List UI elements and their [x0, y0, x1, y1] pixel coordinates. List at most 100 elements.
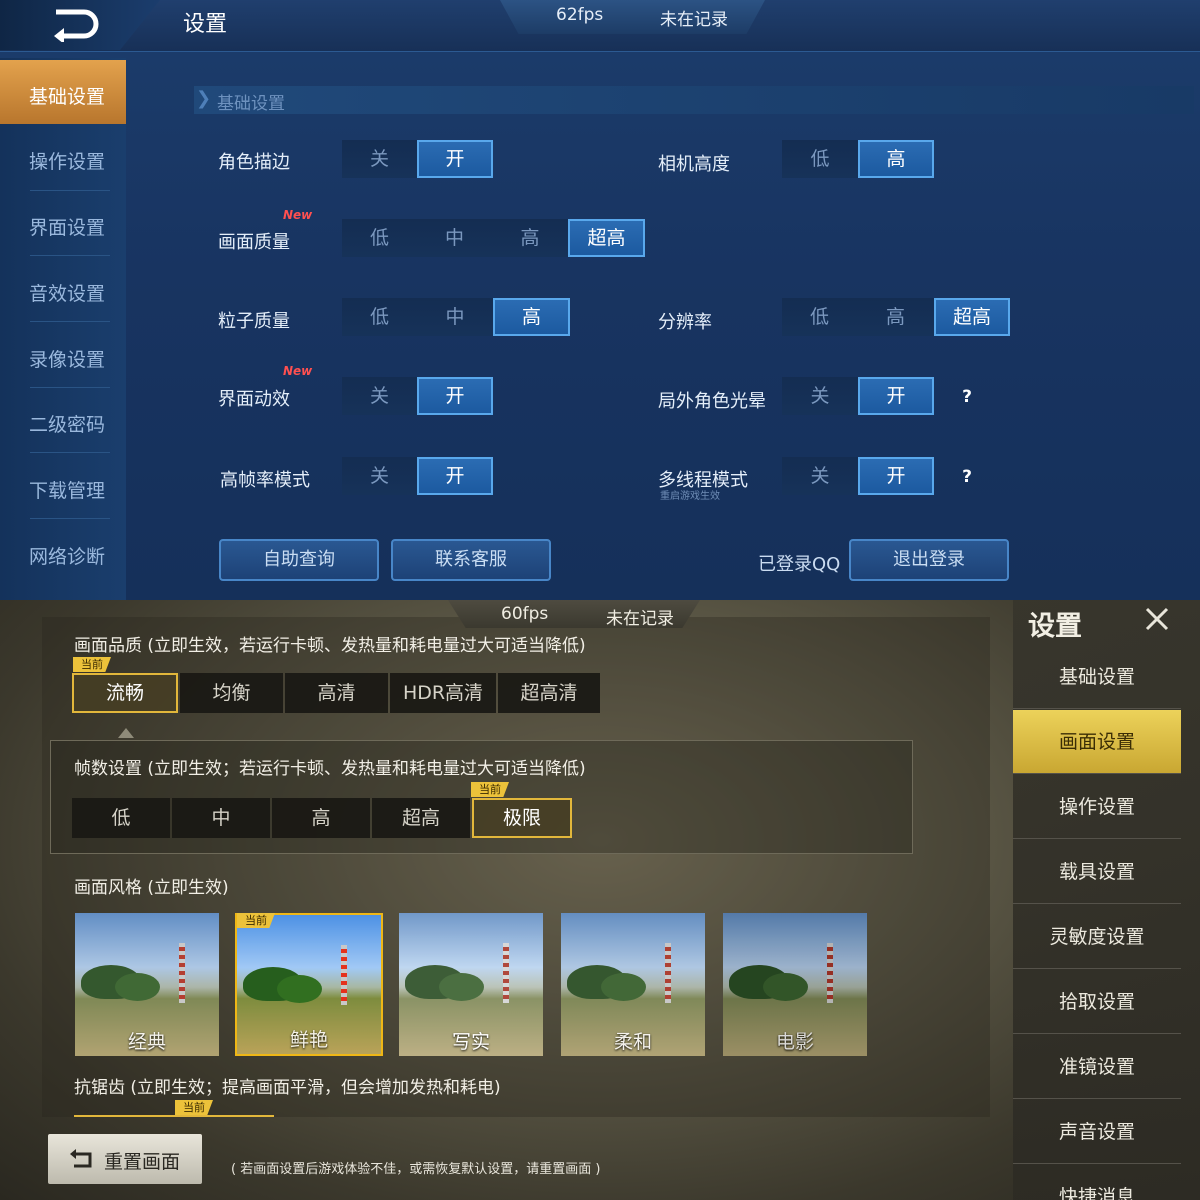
- option-off[interactable]: 关: [342, 457, 417, 495]
- quality-label: 画面质量: [218, 232, 290, 253]
- current-badge: 当前: [471, 782, 509, 797]
- pointer-caret: [118, 728, 134, 738]
- option-on[interactable]: 开: [417, 457, 493, 495]
- sidebar-item-interface[interactable]: 界面设置: [0, 191, 126, 255]
- sidebar-item-controls[interactable]: 操作设置: [0, 125, 126, 189]
- option-on[interactable]: 开: [417, 377, 493, 415]
- option-high[interactable]: 高: [858, 140, 934, 178]
- close-icon: [1145, 607, 1169, 631]
- option-off[interactable]: 关: [342, 377, 417, 415]
- style-thumb-soft[interactable]: 柔和: [561, 913, 705, 1056]
- resolution-selector: 低 高 超高: [782, 298, 1010, 336]
- option-on[interactable]: 开: [417, 140, 493, 178]
- restart-hint: 重启游戏生效: [660, 491, 720, 502]
- logout-button[interactable]: 退出登录: [849, 539, 1009, 581]
- menu-item-basic[interactable]: 基础设置: [1013, 645, 1181, 709]
- option-smooth[interactable]: 流畅: [72, 673, 178, 713]
- menu-item-scope[interactable]: 准镜设置: [1013, 1035, 1181, 1099]
- option-off[interactable]: 关: [782, 457, 858, 495]
- particle-label: 粒子质量: [218, 311, 290, 332]
- option-high[interactable]: 高: [857, 298, 934, 336]
- option-hd[interactable]: 高清: [285, 673, 388, 713]
- tower-shape: [179, 943, 185, 1003]
- reset-graphics-button[interactable]: 重置画面: [48, 1134, 202, 1184]
- option-ultra-hd[interactable]: 超高清: [498, 673, 600, 713]
- menu-item-vehicle[interactable]: 载具设置: [1013, 840, 1181, 904]
- option-high[interactable]: 高: [272, 798, 370, 838]
- style-thumb-classic[interactable]: 经典: [75, 913, 219, 1056]
- option-low[interactable]: 低: [72, 798, 170, 838]
- current-badge: 当前: [175, 1100, 213, 1115]
- style-label: 电影: [775, 1031, 814, 1053]
- style-thumb-cinematic[interactable]: 电影: [723, 913, 867, 1056]
- sidebar-item-downloads[interactable]: 下载管理: [0, 454, 126, 518]
- page-title: 设置: [183, 12, 228, 37]
- option-low[interactable]: 低: [782, 298, 857, 336]
- high-fps-toggle: 关 开: [342, 457, 493, 495]
- menu-item-sound[interactable]: 声音设置: [1013, 1100, 1181, 1164]
- menu-item-controls[interactable]: 操作设置: [1013, 775, 1181, 839]
- style-thumb-realistic[interactable]: 写实: [399, 913, 543, 1056]
- option-medium[interactable]: 中: [417, 298, 493, 336]
- ui-anim-toggle: 关 开: [342, 377, 493, 415]
- help-icon[interactable]: ?: [954, 384, 980, 410]
- option-low[interactable]: 低: [782, 140, 858, 178]
- antialias-selection-line: [74, 1115, 274, 1117]
- resolution-label: 分辨率: [658, 312, 712, 333]
- sidebar-divider: [30, 321, 110, 322]
- option-off[interactable]: 关: [342, 140, 417, 178]
- menu-item-pickup[interactable]: 拾取设置: [1013, 970, 1181, 1034]
- halo-label: 局外角色光晕: [658, 391, 766, 412]
- close-button[interactable]: [1142, 604, 1172, 634]
- option-medium[interactable]: 中: [172, 798, 270, 838]
- self-query-button[interactable]: 自助查询: [219, 539, 379, 581]
- menu-item-sensitivity[interactable]: 灵敏度设置: [1013, 905, 1181, 969]
- option-low[interactable]: 低: [342, 219, 417, 257]
- sidebar-item-replay[interactable]: 录像设置: [0, 323, 126, 387]
- option-extreme[interactable]: 极限: [472, 798, 572, 838]
- option-ultra[interactable]: 超高: [568, 219, 645, 257]
- style-label: 鲜艳: [289, 1029, 328, 1051]
- help-icon[interactable]: ?: [954, 464, 980, 490]
- current-badge: 当前: [73, 657, 111, 672]
- contact-support-button[interactable]: 联系客服: [391, 539, 551, 581]
- sidebar-item-network[interactable]: 网络诊断: [0, 520, 126, 584]
- tree-shape: [277, 975, 322, 1003]
- quality-selector: 低 中 高 超高: [342, 219, 645, 257]
- option-off[interactable]: 关: [782, 377, 858, 415]
- option-hdr-hd[interactable]: HDR高清: [390, 673, 496, 713]
- fps-counter: 60fps: [501, 604, 549, 624]
- option-high[interactable]: 高: [493, 298, 570, 336]
- option-ultra[interactable]: 超高: [934, 298, 1010, 336]
- tower-shape: [341, 945, 347, 1005]
- bottom-settings-screen: 60fps 未在记录 画面品质 (立即生效，若运行卡顿、发热量和耗电量过大可适当…: [0, 600, 1200, 1200]
- high-fps-label: 高帧率模式: [220, 470, 310, 491]
- style-label: 经典: [127, 1031, 166, 1053]
- reset-icon: [70, 1149, 92, 1168]
- tower-shape: [503, 943, 509, 1003]
- outline-label: 角色描边: [218, 152, 290, 173]
- sidebar-item-basic[interactable]: 基础设置: [0, 60, 126, 124]
- fps-selector: 低 中 高 超高 极限: [72, 798, 572, 838]
- style-thumb-vivid[interactable]: 鲜艳: [235, 913, 383, 1056]
- menu-item-graphics[interactable]: 画面设置: [1013, 710, 1181, 774]
- sidebar-divider: [30, 518, 110, 519]
- option-balanced[interactable]: 均衡: [180, 673, 283, 713]
- option-low[interactable]: 低: [342, 298, 417, 336]
- option-high[interactable]: 高: [492, 219, 568, 257]
- style-label: 柔和: [613, 1031, 652, 1053]
- particle-selector: 低 中 高: [342, 298, 570, 336]
- new-badge: New: [283, 364, 313, 378]
- menu-item-quick-msg[interactable]: 快捷消息: [1013, 1165, 1181, 1200]
- section-header-bar: [194, 86, 1194, 114]
- option-medium[interactable]: 中: [417, 219, 492, 257]
- tree-shape: [115, 973, 160, 1001]
- antialias-heading: 抗锯齿 (立即生效；提高画面平滑，但会增加发热和耗电): [74, 1078, 501, 1098]
- sidebar-item-password[interactable]: 二级密码: [0, 388, 126, 452]
- option-ultra[interactable]: 超高: [372, 798, 470, 838]
- option-on[interactable]: 开: [858, 457, 934, 495]
- sidebar-item-sound[interactable]: 音效设置: [0, 257, 126, 321]
- top-settings-screen: 设置 62fps 未在记录 基础设置 操作设置 界面设置 音效设置 录像设置 二…: [0, 0, 1200, 600]
- option-on[interactable]: 开: [858, 377, 934, 415]
- section-arrow-icon: ❯: [196, 88, 212, 109]
